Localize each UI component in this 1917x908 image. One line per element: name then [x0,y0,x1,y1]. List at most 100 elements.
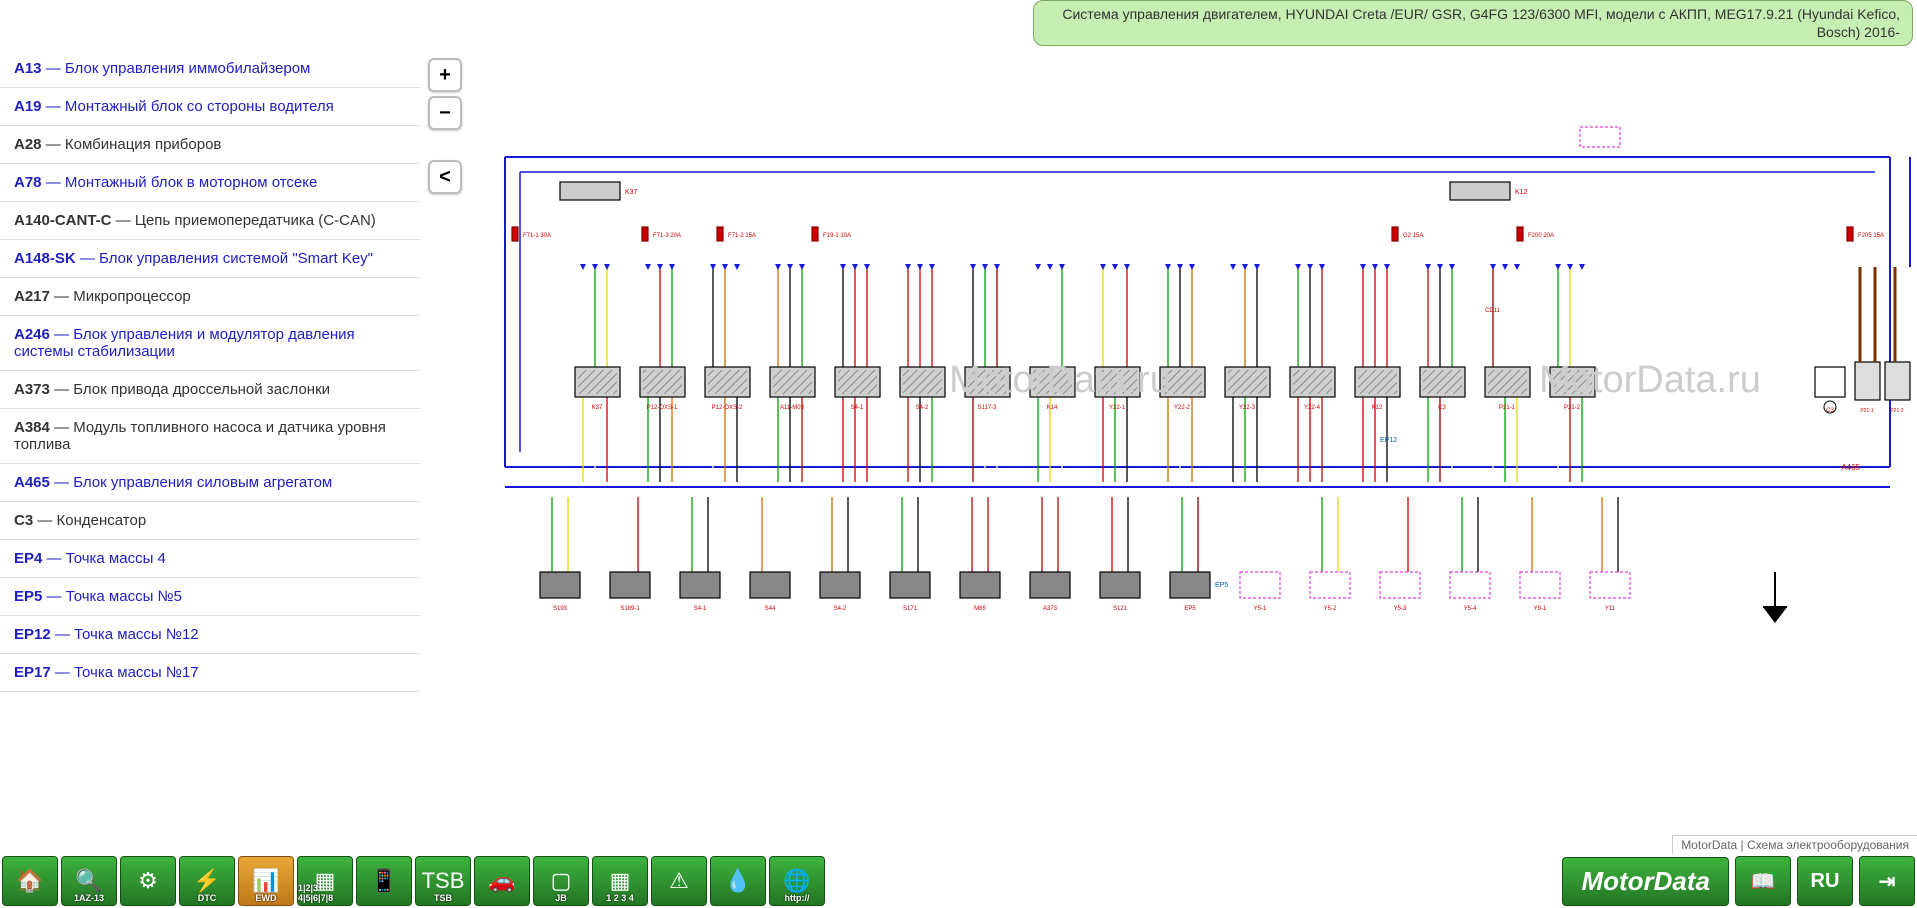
toolbar-dtc-button[interactable]: ⚡DTC [179,856,235,906]
svg-text:K37: K37 [592,405,603,411]
component-desc: Конденсатор [57,512,147,529]
toolbar-tsb-button[interactable]: TSBTSB [415,856,471,906]
svg-text:K37: K37 [625,189,638,196]
toolbar-jb-button[interactable]: ▢JB [533,856,589,906]
toolbar-location-button[interactable]: 🚗 [474,856,530,906]
svg-text:S117-3: S117-3 [978,405,998,411]
toolbar-home-button[interactable]: 🏠 [2,856,58,906]
location-icon: 🚗 [488,868,515,894]
svg-text:P12-OXS-1: P12-OXS-1 [647,405,678,411]
component-desc: Точка массы 4 [66,550,166,567]
svg-text:Y22-3: Y22-3 [1239,405,1256,411]
sidebar-item-A217[interactable]: A217 — Микропроцессор [0,278,420,316]
toolbar-pinout-button[interactable]: ▦1|2|3 4|5|6|7|8 [297,856,353,906]
svg-text:F200 20A: F200 20A [1528,233,1554,239]
sidebar-item-EP12[interactable]: EP12 — Точка массы №12 [0,616,420,654]
sidebar-item-C3[interactable]: C3 — Конденсатор [0,502,420,540]
toolbar-ewd-button[interactable]: 📊EWD [238,856,294,906]
svg-text:P21-1: P21-1 [1860,408,1874,414]
component-code: A384 [14,419,50,436]
svg-text:S189-1: S189-1 [620,606,640,612]
home-icon: 🏠 [16,868,43,894]
component-code: A13 [14,60,42,77]
tsb-icon: TSB [422,868,465,894]
manual-button[interactable]: 📖 [1735,856,1791,906]
sidebar-item-A148-SK[interactable]: A148-SK — Блок управления системой "Smar… [0,240,420,278]
component-desc: Точка массы №5 [66,588,182,605]
svg-text:C3: C3 [1438,405,1446,411]
sidebar-item-A373[interactable]: A373 — Блок привода дроссельной заслонки [0,371,420,409]
svg-text:Y22-1: Y22-1 [1109,405,1126,411]
zoom-out-button[interactable]: − [428,96,462,130]
svg-text:F205 15A: F205 15A [1858,233,1884,239]
sidebar-item-A140-CANT-C[interactable]: A140-CANT-C — Цепь приемопередатчика (C-… [0,202,420,240]
svg-text:P21-1: P21-1 [1499,405,1516,411]
svg-text:F19-1 10A: F19-1 10A [823,233,851,239]
back-button[interactable]: < [428,160,462,194]
svg-text:S193: S193 [553,606,568,612]
svg-text:Y11: Y11 [1605,606,1616,612]
bottom-toolbar: 🏠 🔍1AZ-13 ⚙ ⚡DTC📊EWD▦1|2|3 4|5|6|7|8 📱 TSBTSB… [0,854,1917,908]
component-code: A148-SK [14,250,76,267]
svg-text:S4-1: S4-1 [851,405,864,411]
exit-button[interactable]: ⇥ [1859,856,1915,906]
component-desc: Комбинация приборов [65,136,222,153]
svg-text:Y22-2: Y22-2 [1174,405,1191,411]
relay-icon: ▦ [610,868,631,894]
svg-text:K14: K14 [1047,405,1058,411]
sidebar-item-EP5[interactable]: EP5 — Точка массы №5 [0,578,420,616]
toolbar-warning-button[interactable]: ⚠ [651,856,707,906]
svg-text:K12: K12 [1515,189,1528,196]
ewd-icon: 📊 [252,868,279,894]
page-title: Система управления двигателем, HYUNDAI C… [1033,0,1913,46]
component-desc: Блок управления иммобилайзером [65,60,311,77]
jb-icon: ▢ [551,868,572,894]
toolbar-http-button[interactable]: 🌐http:// [769,856,825,906]
component-desc: Цепь приемопередатчика (C-CAN) [135,212,376,229]
toolbar-relay-button[interactable]: ▦1 2 3 4 [592,856,648,906]
toolbar-search-button[interactable]: 🔍1AZ-13 [61,856,117,906]
svg-text:F71-1 30A: F71-1 30A [523,233,551,239]
zoom-in-button[interactable]: + [428,58,462,92]
fluid-icon: 💧 [724,868,751,894]
brand-label: MotorData [1562,857,1729,906]
engine-icon: ⚙ [138,868,158,894]
component-desc: Блок управления силовым агрегатом [73,474,332,491]
language-button[interactable]: RU [1797,856,1853,906]
svg-text:Y8-1: Y8-1 [1534,606,1547,612]
svg-text:A373: A373 [1043,606,1058,612]
svg-text:MotorData.ru: MotorData.ru [949,359,1171,401]
wiring-diagram[interactable]: + − < A465K37K12F71-1 30AF71-3 20AF71-2 … [420,50,1917,854]
sidebar-item-EP17[interactable]: EP17 — Точка массы №17 [0,654,420,692]
toolbar-obd-button[interactable]: 📱 [356,856,412,906]
diagram-svg[interactable]: A465K37K12F71-1 30AF71-3 20AF71-2 15AF19… [420,50,1917,854]
component-code: A465 [14,474,50,491]
toolbar-fluid-button[interactable]: 💧 [710,856,766,906]
svg-text:EP5: EP5 [1215,582,1228,589]
component-list[interactable]: A13 — Блок управления иммобилайзеромA19 … [0,50,420,854]
svg-text:MotorData.ru: MotorData.ru [1539,359,1761,401]
sidebar-item-A13[interactable]: A13 — Блок управления иммобилайзером [0,50,420,88]
component-desc: Блок управления системой "Smart Key" [99,250,373,267]
component-code: EP4 [14,550,42,567]
sidebar-item-A246[interactable]: A246 — Блок управления и модулятор давле… [0,316,420,371]
sidebar-item-A384[interactable]: A384 — Модуль топливного насоса и датчик… [0,409,420,464]
component-code: A28 [14,136,42,153]
obd-icon: 📱 [370,868,397,894]
http-icon: 🌐 [783,868,810,894]
sidebar-item-A28[interactable]: A28 — Комбинация приборов [0,126,420,164]
component-desc: Монтажный блок в моторном отсеке [65,174,317,191]
sidebar-item-EP4[interactable]: EP4 — Точка массы 4 [0,540,420,578]
sidebar-item-A19[interactable]: A19 — Монтажный блок со стороны водителя [0,88,420,126]
svg-text:S171: S171 [903,606,918,612]
toolbar-engine-button[interactable]: ⚙ [120,856,176,906]
component-desc: Блок привода дроссельной заслонки [73,381,330,398]
sidebar-item-A465[interactable]: A465 — Блок управления силовым агрегатом [0,464,420,502]
component-desc: Микропроцессор [73,288,191,305]
component-desc: Точка массы №17 [74,664,199,681]
svg-text:M85: M85 [974,606,986,612]
svg-text:Y5-4: Y5-4 [1464,606,1477,612]
sidebar-item-A78[interactable]: A78 — Монтажный блок в моторном отсеке [0,164,420,202]
svg-text:EP12: EP12 [1380,437,1397,444]
component-code: A78 [14,174,42,191]
